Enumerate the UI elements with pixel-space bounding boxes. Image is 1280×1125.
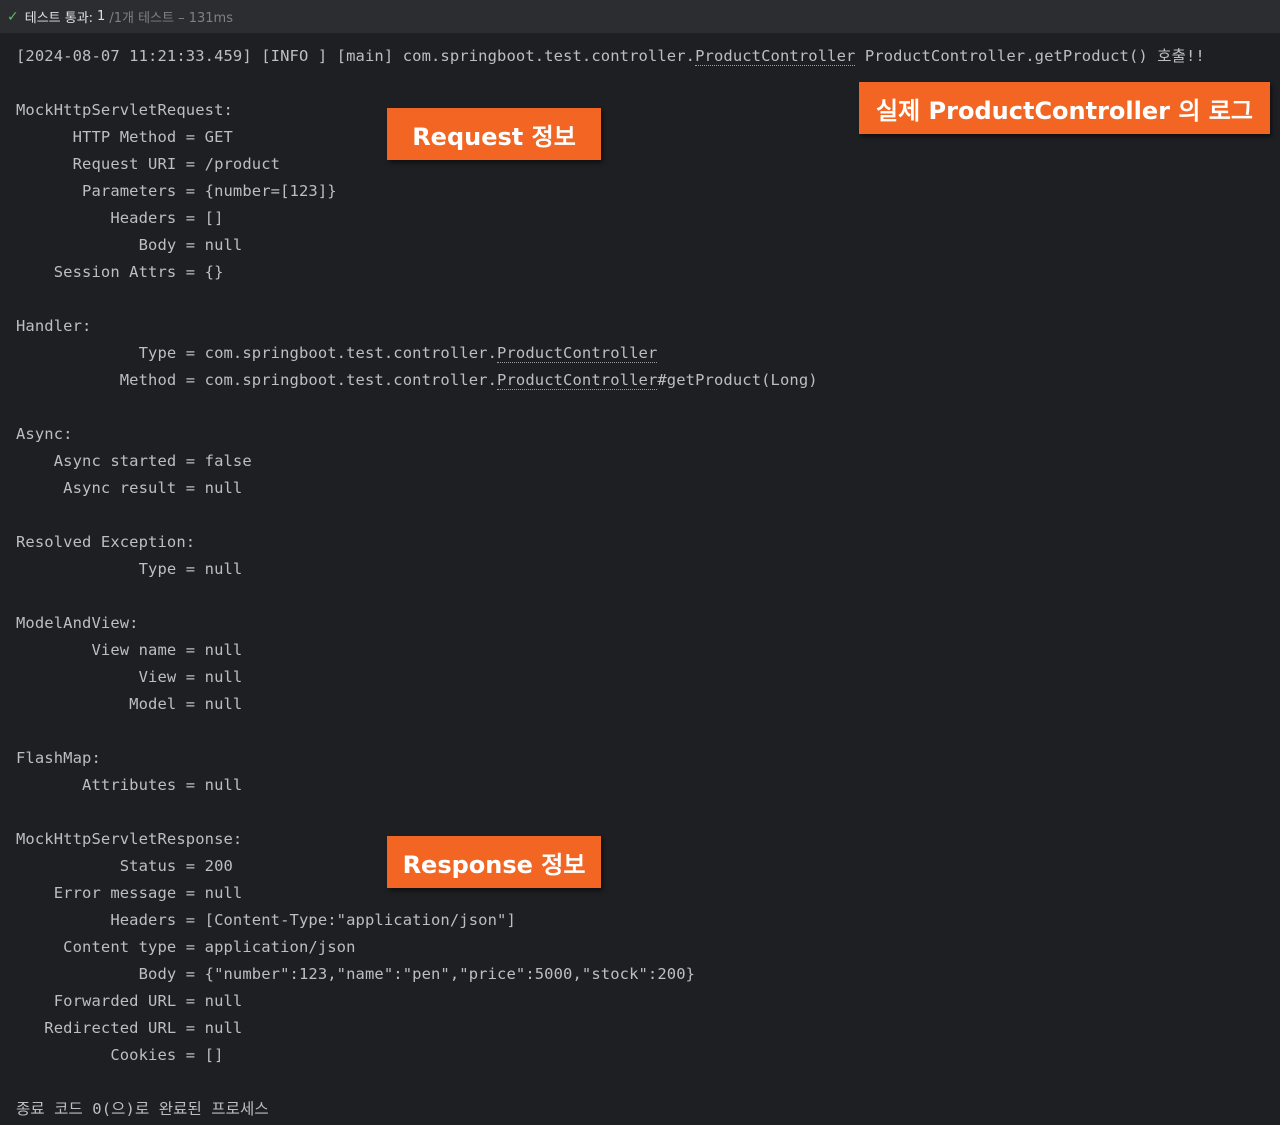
- mav-header: ModelAndView:: [16, 614, 139, 632]
- mav-view: View = null: [16, 668, 243, 686]
- flash-header: FlashMap:: [16, 749, 101, 767]
- response-header: MockHttpServletResponse:: [16, 830, 243, 848]
- handler-type: Type = com.springboot.test.controller.Pr…: [16, 344, 658, 363]
- flash-attributes: Attributes = null: [16, 776, 243, 794]
- test-passed-count: 1: [97, 9, 106, 24]
- handler-header: Handler:: [16, 317, 92, 335]
- log-line: [2024-08-07 11:21:33.459] [INFO ] [main]…: [16, 47, 1205, 66]
- response-error-message: Error message = null: [16, 884, 243, 902]
- class-link[interactable]: ProductController: [497, 344, 658, 363]
- async-started: Async started = false: [16, 452, 252, 470]
- mav-model: Model = null: [16, 695, 243, 713]
- resolved-type: Type = null: [16, 560, 243, 578]
- response-content-type: Content type = application/json: [16, 938, 356, 956]
- response-body: Body = {"number":123,"name":"pen","price…: [16, 965, 696, 983]
- log-callout: 실제 ProductController 의 로그: [859, 82, 1270, 134]
- response-cookies: Cookies = []: [16, 1046, 224, 1064]
- request-headers: Headers = []: [16, 209, 224, 227]
- async-header: Async:: [16, 425, 73, 443]
- request-callout: Request 정보: [387, 108, 601, 160]
- response-redirected-url: Redirected URL = null: [16, 1019, 243, 1037]
- handler-method: Method = com.springboot.test.controller.…: [16, 371, 818, 390]
- response-status: Status = 200: [16, 857, 233, 875]
- test-meta: /1개 테스트 – 131ms: [109, 11, 233, 26]
- console-output: [2024-08-07 11:21:33.459] [INFO ] [main]…: [16, 43, 1280, 1123]
- response-forwarded-url: Forwarded URL = null: [16, 992, 243, 1010]
- check-icon: ✓: [7, 8, 19, 25]
- test-status-bar: ✓ 테스트 통과: 1 /1개 테스트 – 131ms: [0, 0, 1280, 33]
- async-result: Async result = null: [16, 479, 243, 497]
- request-uri: Request URI = /product: [16, 155, 281, 173]
- test-passed-label: 테스트 통과:: [24, 11, 94, 26]
- request-parameters: Parameters = {number=[123]}: [16, 182, 337, 200]
- response-headers: Headers = [Content-Type:"application/jso…: [16, 911, 516, 929]
- response-callout: Response 정보: [387, 836, 601, 888]
- request-body: Body = null: [16, 236, 243, 254]
- exit-message: 종료 코드 0(으)로 완료된 프로세스: [16, 1100, 269, 1118]
- class-link[interactable]: ProductController: [695, 47, 856, 66]
- class-link[interactable]: ProductController: [497, 371, 658, 390]
- mav-view-name: View name = null: [16, 641, 243, 659]
- request-session-attrs: Session Attrs = {}: [16, 263, 224, 281]
- resolved-header: Resolved Exception:: [16, 533, 196, 551]
